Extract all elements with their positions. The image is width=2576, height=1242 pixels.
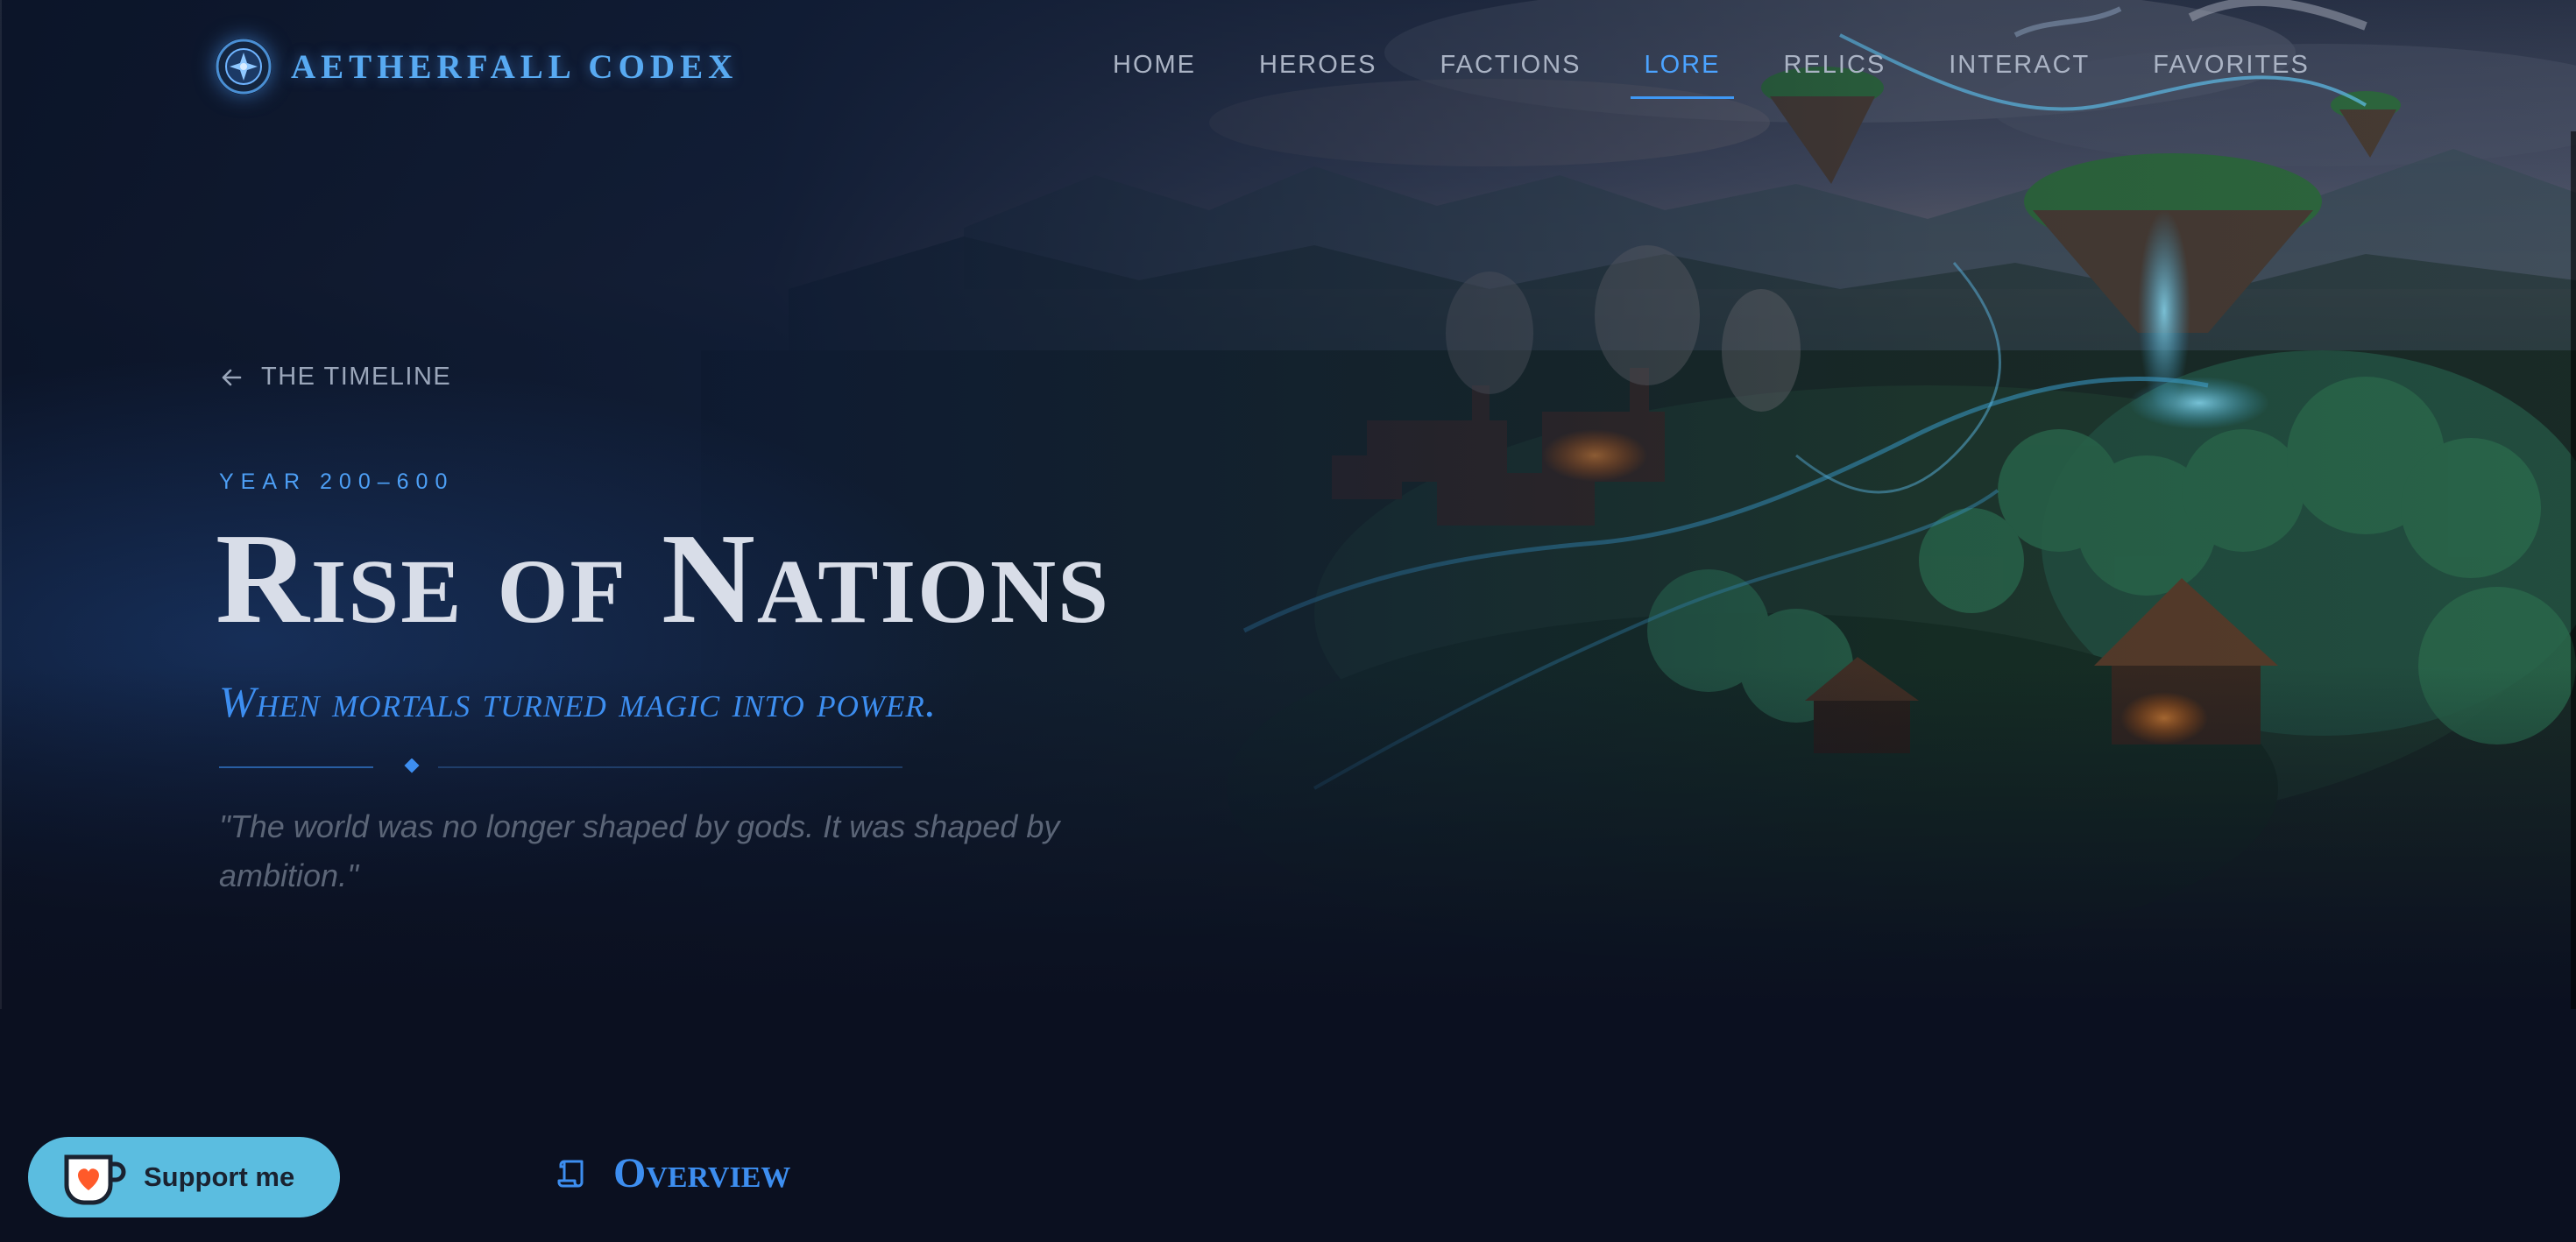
nav-link-lore[interactable]: LORE [1630, 51, 1735, 99]
epigraph-quote: "The world was no longer shaped by gods.… [219, 808, 1060, 893]
lore-page: AETHERFALL CODEX HOME HEROES FACTIONS LO… [0, 0, 2576, 1242]
era-label: YEAR 200–600 [219, 469, 455, 494]
coffee-cup-heart-icon [64, 1154, 126, 1205]
nav-link-heroes[interactable]: HEROES [1259, 51, 1376, 80]
ornament-divider [219, 759, 902, 773]
nav-link-factions[interactable]: FACTIONS [1440, 51, 1581, 80]
content-section [0, 1009, 2576, 1242]
nav-link-home[interactable]: HOME [1113, 51, 1196, 80]
support-me-button[interactable]: Support me [28, 1137, 340, 1217]
back-to-timeline-link[interactable]: THE TIMELINE [219, 363, 451, 392]
codex-emblem-icon [216, 39, 272, 95]
scroll-icon [557, 1160, 584, 1187]
brand-logo[interactable]: AETHERFALL CODEX [216, 39, 738, 95]
nav-link-favorites[interactable]: FAVORITES [2153, 51, 2310, 80]
brand-name: AETHERFALL CODEX [291, 47, 739, 86]
window-edge [2571, 131, 2576, 1009]
nav-link-relics[interactable]: RELICS [1783, 51, 1886, 80]
back-link-label: THE TIMELINE [261, 363, 452, 391]
nav-links: HOME HEROES FACTIONS LORE RELICS INTERAC… [1113, 51, 2310, 100]
top-nav: AETHERFALL CODEX HOME HEROES FACTIONS LO… [0, 0, 2576, 131]
page-title: Rise of Nations [216, 507, 1110, 651]
arrow-left-icon [222, 369, 242, 385]
support-label: Support me [144, 1161, 295, 1192]
overview-title: Overview [613, 1150, 791, 1196]
overview-heading: Overview [556, 1149, 790, 1197]
window-edge [0, 0, 2, 1009]
page-subtitle: When mortals turned magic into power. [219, 677, 938, 726]
hero-section: AETHERFALL CODEX HOME HEROES FACTIONS LO… [0, 0, 2576, 1009]
nav-link-interact[interactable]: INTERACT [1949, 51, 2090, 80]
